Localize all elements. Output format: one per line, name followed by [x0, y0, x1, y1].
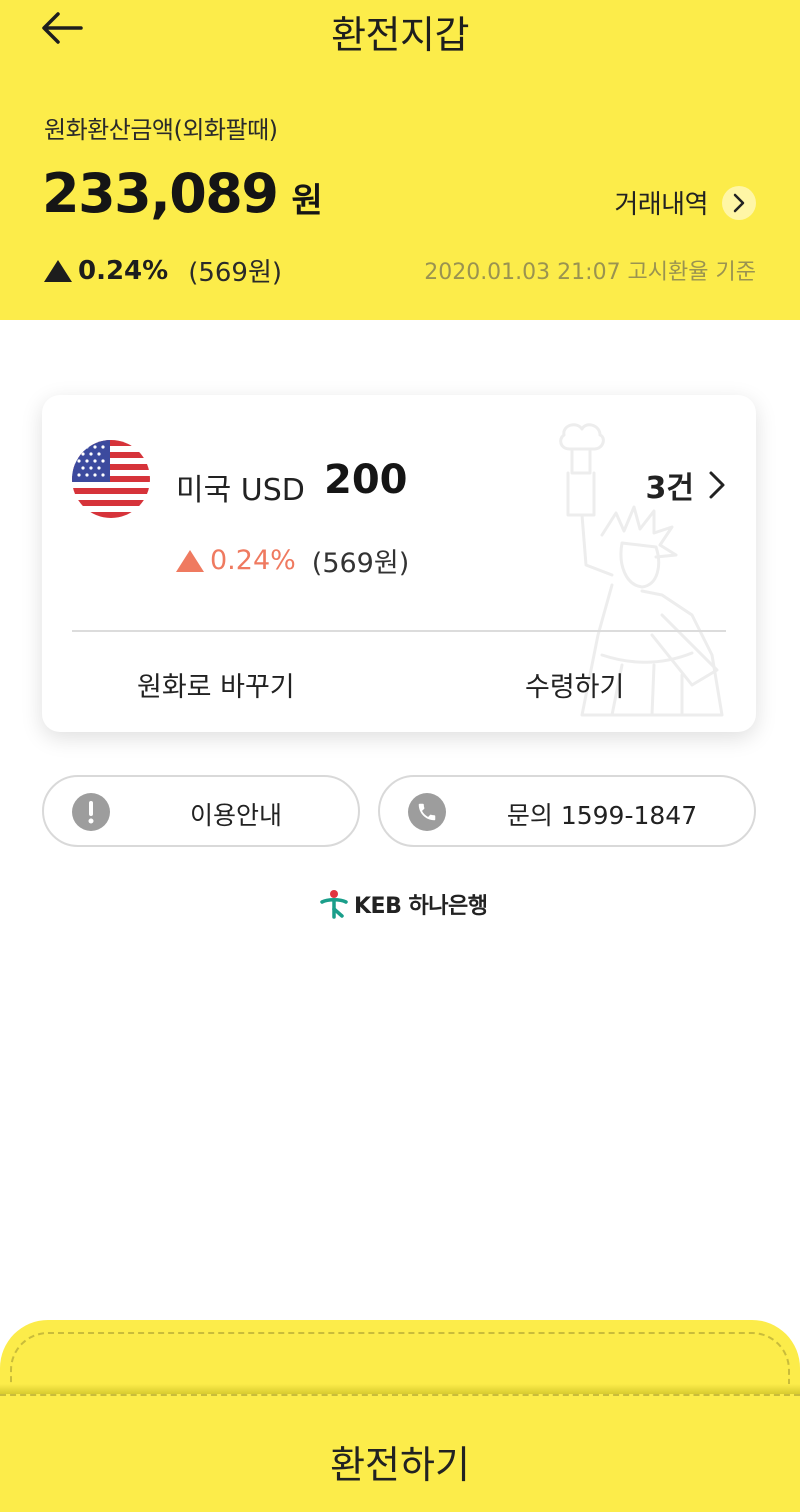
change-rate: 0.24%: [78, 255, 169, 286]
summary-label: 원화환산금액(외화팔때): [44, 116, 278, 144]
card-divider: [72, 630, 726, 632]
change-amount: (569원): [188, 258, 283, 288]
contact-button[interactable]: 문의 1599-1847: [378, 775, 756, 847]
holdings-count: 3건: [645, 471, 694, 506]
currency-change: 0.24% (569원): [176, 541, 409, 580]
cta-divider: [0, 1384, 800, 1394]
triangle-up-icon: [44, 259, 72, 282]
transaction-history-label: 거래내역: [614, 190, 708, 220]
receive-button[interactable]: 수령하기: [525, 665, 624, 704]
currency-name: 미국 USD: [176, 473, 305, 508]
chevron-right-icon: [722, 185, 756, 220]
exchange-rate-timestamp: 2020.01.03 21:07 고시환율 기준: [424, 260, 756, 285]
us-flag-icon: [72, 440, 150, 518]
exclamation-icon: [72, 793, 110, 831]
holdings-count-link[interactable]: 3건: [646, 463, 726, 507]
currency-wallet-card: 미국 USD 200 3건 0.24% (569원) 원화로 바꾸기 수령하기: [42, 395, 756, 732]
transaction-history-link[interactable]: 거래내역: [614, 184, 756, 221]
total-amount-unit: 원: [291, 181, 323, 221]
total-amount: 233,089 원: [42, 162, 323, 225]
bank-name: KEB 하나은행: [354, 894, 488, 919]
currency-change-amount: (569원): [311, 548, 410, 579]
total-amount-value: 233,089: [42, 162, 279, 225]
exchange-button[interactable]: 환전하기: [0, 1394, 800, 1512]
chevron-right-icon: [709, 471, 725, 499]
phone-icon: [408, 793, 446, 831]
top-nav-bar: 환전지갑: [0, 0, 800, 57]
usage-guide-label: 이용안내: [189, 801, 282, 830]
exchange-button-label: 환전하기: [330, 1443, 470, 1487]
summary-header: 환전지갑 원화환산금액(외화팔때) 233,089 원 거래내역 0.24% (…: [0, 0, 800, 320]
usage-guide-button[interactable]: 이용안내: [42, 775, 360, 847]
hana-bank-logo-icon: [320, 890, 348, 919]
triangle-up-icon: [176, 549, 204, 572]
page-title: 환전지갑: [331, 13, 469, 57]
change-summary: 0.24% (569원): [44, 252, 282, 289]
currency-amount: 200: [324, 457, 408, 503]
convert-to-krw-button[interactable]: 원화로 바꾸기: [137, 665, 295, 704]
contact-label: 문의 1599-1847: [506, 801, 698, 830]
bank-logo: KEB 하나은행: [320, 888, 488, 920]
currency-change-rate: 0.24%: [210, 545, 296, 576]
